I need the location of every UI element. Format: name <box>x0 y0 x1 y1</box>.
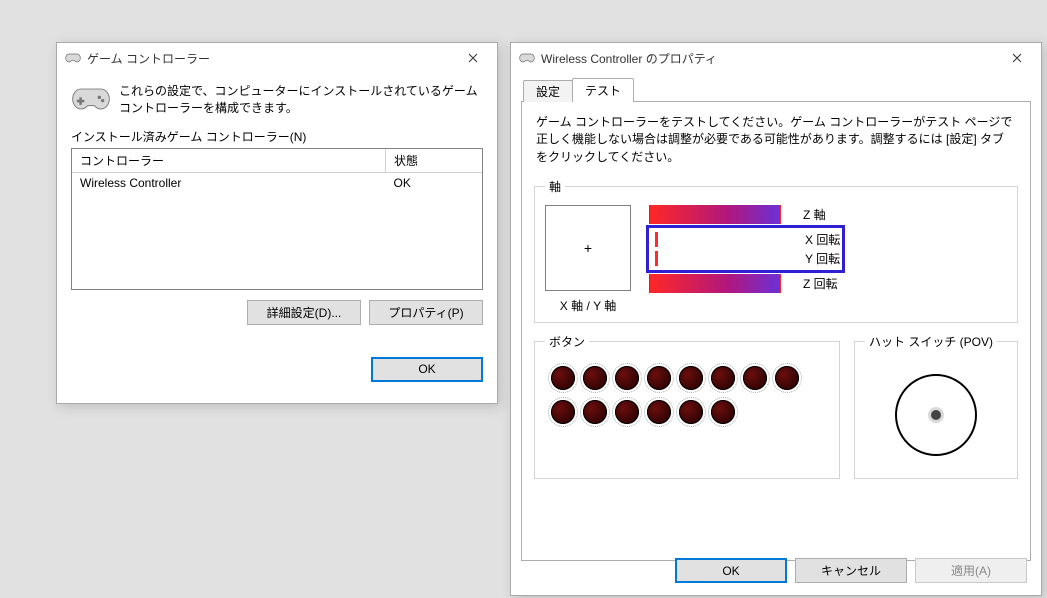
button-indicator <box>711 366 735 390</box>
ok-button[interactable]: OK <box>371 357 483 382</box>
gamepad-icon <box>519 50 535 66</box>
axis-bar-label: X 回転 <box>805 231 840 248</box>
installed-list-label: インストール済みゲーム コントローラー(N) <box>71 128 483 145</box>
button-indicator <box>647 400 671 424</box>
button-indicator <box>679 400 703 424</box>
tab-settings[interactable]: 設定 <box>523 80 573 102</box>
apply-button[interactable]: 適用(A) <box>915 558 1027 583</box>
pov-group-label: ハット スイッチ (POV) <box>865 333 997 350</box>
axis-bar-row: Z 回転 <box>649 274 842 293</box>
col-controller[interactable]: コントローラー <box>72 149 386 173</box>
button-indicator <box>743 366 767 390</box>
button-indicator <box>583 366 607 390</box>
button-indicator <box>615 366 639 390</box>
pov-indicator <box>895 374 977 456</box>
axis-bar <box>651 230 783 249</box>
axis-bar-tick <box>655 232 658 247</box>
intro-text: これらの設定で、コンピューターにインストールされているゲーム コントローラーを構… <box>119 83 483 118</box>
buttons-group: ボタン <box>534 333 840 479</box>
axis-bar-row: Z 軸 <box>649 205 842 224</box>
game-controllers-window: ゲーム コントローラー これらの設定で、コンピューターにインストールされているゲ… <box>56 42 498 404</box>
window-body: 設定 テスト ゲーム コントローラーをテストしてください。ゲーム コントローラー… <box>511 73 1041 571</box>
xy-crosshair-icon: + <box>584 240 592 256</box>
axis-bar-label: Z 軸 <box>803 206 826 223</box>
table-row[interactable]: Wireless ControllerOK <box>72 172 482 193</box>
button-indicator <box>615 400 639 424</box>
ok-button[interactable]: OK <box>675 558 787 583</box>
properties-button[interactable]: プロパティ(P) <box>369 300 483 325</box>
button-indicator <box>775 366 799 390</box>
controller-name: Wireless Controller <box>72 172 386 193</box>
controller-status: OK <box>386 172 483 193</box>
button-indicator <box>551 400 575 424</box>
tab-test[interactable]: テスト <box>572 78 634 102</box>
axis-bar-row: X 回転 <box>651 230 840 249</box>
window-title: Wireless Controller のプロパティ <box>541 50 995 67</box>
gamepad-icon <box>65 50 81 66</box>
pov-group: ハット スイッチ (POV) <box>854 333 1018 479</box>
xy-axis-label: X 軸 / Y 軸 <box>560 297 616 314</box>
tabstrip: 設定 テスト <box>521 80 1031 102</box>
axis-bar-label: Z 回転 <box>803 275 838 292</box>
controller-properties-window: Wireless Controller のプロパティ 設定 テスト ゲーム コン… <box>510 42 1042 596</box>
axis-bar-tick <box>655 251 658 266</box>
button-indicator <box>647 366 671 390</box>
axis-bar <box>649 205 781 224</box>
axis-group-label: 軸 <box>545 178 565 195</box>
buttons-group-label: ボタン <box>545 333 589 350</box>
dialog-footer: OK キャンセル 適用(A) <box>675 558 1027 583</box>
axis-bar <box>649 274 781 293</box>
close-button[interactable] <box>995 44 1039 72</box>
pov-center-icon <box>931 410 941 420</box>
axis-group: 軸 + X 軸 / Y 軸 Z 軸 X 回転 Y 回転 Z 回転 <box>534 178 1018 323</box>
button-indicator <box>551 366 575 390</box>
cancel-button[interactable]: キャンセル <box>795 558 907 583</box>
titlebar[interactable]: ゲーム コントローラー <box>57 43 497 73</box>
controller-list[interactable]: コントローラー 状態 Wireless ControllerOK <box>71 148 483 290</box>
tab-panel-test: ゲーム コントローラーをテストしてください。ゲーム コントローラーがテスト ペー… <box>521 101 1031 561</box>
axis-bar-row: Y 回転 <box>651 249 840 268</box>
xy-axis-box: + <box>545 205 631 291</box>
titlebar[interactable]: Wireless Controller のプロパティ <box>511 43 1041 73</box>
close-button[interactable] <box>451 44 495 72</box>
gamepad-large-icon <box>71 85 111 115</box>
button-indicator <box>679 366 703 390</box>
window-title: ゲーム コントローラー <box>87 50 451 67</box>
button-indicator <box>711 400 735 424</box>
highlight-frame: X 回転 Y 回転 <box>646 225 845 273</box>
advanced-settings-button[interactable]: 詳細設定(D)... <box>247 300 361 325</box>
button-indicator <box>583 400 607 424</box>
button-row <box>551 366 823 390</box>
axis-bar-label: Y 回転 <box>805 250 840 267</box>
col-status[interactable]: 状態 <box>386 149 483 173</box>
test-instruction: ゲーム コントローラーをテストしてください。ゲーム コントローラーがテスト ペー… <box>536 114 1016 166</box>
window-body: これらの設定で、コンピューターにインストールされているゲーム コントローラーを構… <box>57 73 497 394</box>
button-row <box>551 400 823 424</box>
axis-bar <box>651 249 783 268</box>
